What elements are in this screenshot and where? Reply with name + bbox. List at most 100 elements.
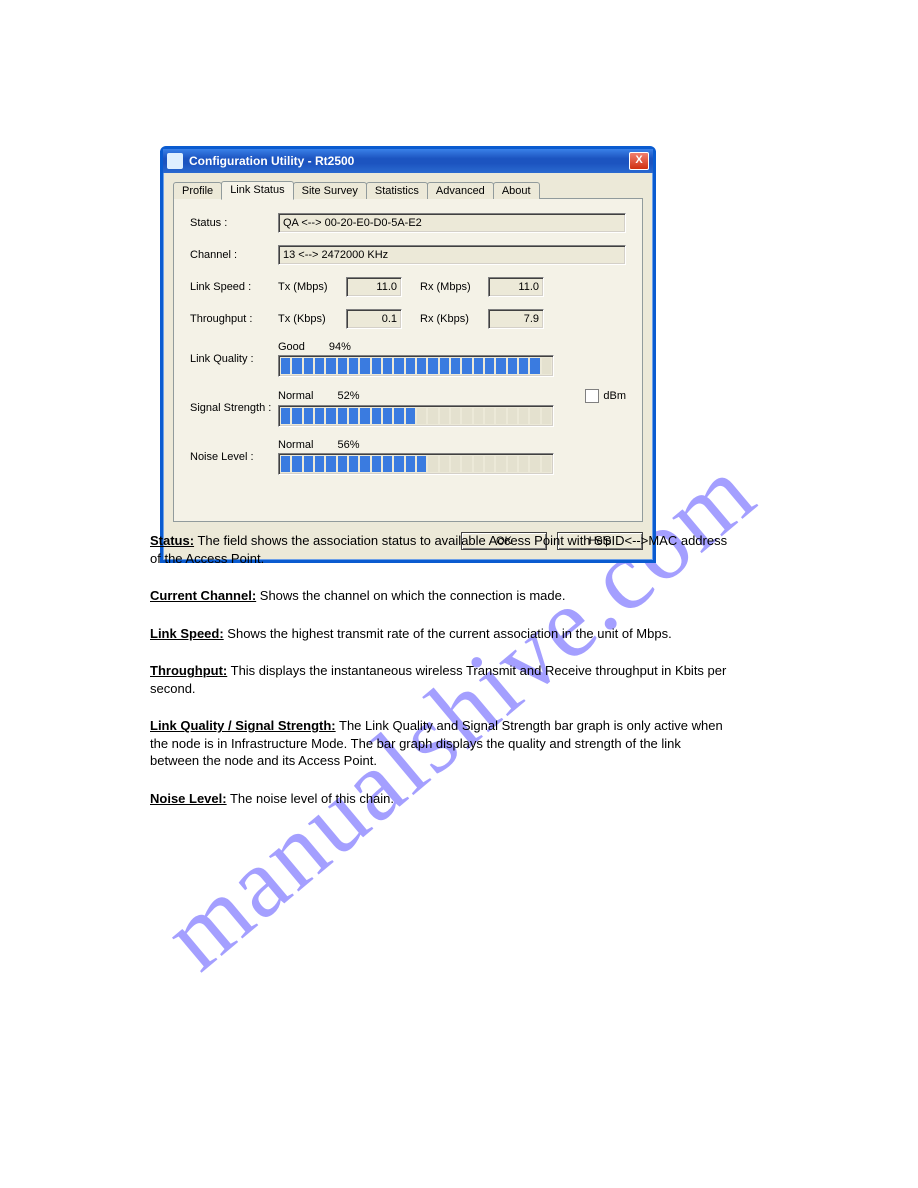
bar-segment — [292, 358, 301, 374]
signal-pct: 52% — [337, 390, 359, 402]
bar-segment — [349, 408, 358, 424]
window-title: Configuration Utility - Rt2500 — [189, 154, 629, 168]
tab-about[interactable]: About — [493, 182, 540, 199]
bar-segment — [360, 456, 369, 472]
rx-kbps-value: 7.9 — [488, 309, 544, 329]
channel-value: 13 <--> 2472000 KHz — [278, 245, 626, 265]
noise-label: Noise Level : — [190, 451, 278, 463]
bar-segment — [462, 456, 471, 472]
bar-segment — [394, 358, 403, 374]
linkquality-pct: 94% — [329, 341, 351, 353]
bar-segment — [360, 408, 369, 424]
noise-bar — [278, 453, 554, 475]
bar-segment — [542, 408, 551, 424]
bar-segment — [315, 358, 324, 374]
doc-linkspeed-term: Link Speed: — [150, 626, 224, 641]
bar-segment — [383, 358, 392, 374]
doc-throughput-body: This displays the instantaneous wireless… — [150, 663, 726, 696]
bar-segment — [474, 456, 483, 472]
bar-segment — [326, 408, 335, 424]
bar-segment — [372, 408, 381, 424]
doc-linkquality-term: Link Quality / Signal Strength: — [150, 718, 336, 733]
dbm-label: dBm — [603, 390, 626, 402]
bar-segment — [485, 456, 494, 472]
bar-segment — [406, 456, 415, 472]
bar-segment — [508, 408, 517, 424]
titlebar: Configuration Utility - Rt2500 X — [163, 149, 653, 173]
bar-segment — [440, 408, 449, 424]
doc-status-term: Status: — [150, 533, 194, 548]
bar-segment — [383, 408, 392, 424]
bar-segment — [485, 358, 494, 374]
linkspeed-label: Link Speed : — [190, 281, 278, 293]
bar-segment — [315, 456, 324, 472]
bar-segment — [304, 408, 313, 424]
bar-segment — [349, 456, 358, 472]
doc-body: Status: The field shows the association … — [150, 532, 730, 827]
bar-segment — [519, 408, 528, 424]
rx-mbps-value: 11.0 — [488, 277, 544, 297]
bar-segment — [519, 358, 528, 374]
bar-segment — [349, 358, 358, 374]
noise-pct: 56% — [337, 439, 359, 451]
bar-segment — [485, 408, 494, 424]
tab-profile[interactable]: Profile — [173, 182, 222, 199]
bar-segment — [440, 456, 449, 472]
tab-site-survey[interactable]: Site Survey — [293, 182, 367, 199]
tab-statistics[interactable]: Statistics — [366, 182, 428, 199]
bar-segment — [394, 408, 403, 424]
close-button[interactable]: X — [629, 152, 649, 170]
bar-segment — [417, 358, 426, 374]
doc-noise-term: Noise Level: — [150, 791, 227, 806]
dbm-checkbox[interactable]: dBm — [585, 389, 626, 403]
bar-segment — [530, 358, 539, 374]
signal-word: Normal — [278, 390, 313, 402]
bar-segment — [462, 408, 471, 424]
tab-link-status[interactable]: Link Status — [221, 181, 293, 200]
bar-segment — [496, 408, 505, 424]
doc-status-body: The field shows the association status t… — [150, 533, 727, 566]
bar-segment — [542, 456, 551, 472]
doc-channel-body: Shows the channel on which the connectio… — [256, 588, 565, 603]
bar-segment — [428, 456, 437, 472]
channel-label: Channel : — [190, 249, 278, 261]
bar-segment — [304, 358, 313, 374]
bar-segment — [292, 408, 301, 424]
signal-label: Signal Strength : — [190, 402, 278, 414]
bar-segment — [530, 408, 539, 424]
status-label: Status : — [190, 217, 278, 229]
bar-segment — [281, 408, 290, 424]
bar-segment — [406, 358, 415, 374]
bar-segment — [440, 358, 449, 374]
doc-noise-body: The noise level of this chain. — [227, 791, 394, 806]
bar-segment — [338, 456, 347, 472]
tab-advanced[interactable]: Advanced — [427, 182, 494, 199]
bar-segment — [417, 456, 426, 472]
linkquality-bar — [278, 355, 554, 377]
bar-segment — [462, 358, 471, 374]
bar-segment — [508, 456, 517, 472]
bar-segment — [406, 408, 415, 424]
bar-segment — [451, 358, 460, 374]
client-area: Profile Link Status Site Survey Statisti… — [163, 173, 653, 560]
bar-segment — [474, 358, 483, 374]
signal-bar — [278, 405, 554, 427]
bar-segment — [304, 456, 313, 472]
bar-segment — [451, 408, 460, 424]
bar-segment — [417, 408, 426, 424]
noise-word: Normal — [278, 439, 313, 451]
tx-mbps-label: Tx (Mbps) — [278, 281, 338, 293]
bar-segment — [292, 456, 301, 472]
bar-segment — [508, 358, 517, 374]
bar-segment — [360, 358, 369, 374]
bar-segment — [474, 408, 483, 424]
checkbox-icon[interactable] — [585, 389, 599, 403]
linkquality-label: Link Quality : — [190, 353, 278, 365]
bar-segment — [315, 408, 324, 424]
tx-kbps-label: Tx (Kbps) — [278, 313, 338, 325]
rx-mbps-label: Rx (Mbps) — [420, 281, 480, 293]
bar-segment — [530, 456, 539, 472]
app-icon — [167, 153, 183, 169]
status-value: QA <--> 00-20-E0-D0-5A-E2 — [278, 213, 626, 233]
bar-segment — [326, 456, 335, 472]
